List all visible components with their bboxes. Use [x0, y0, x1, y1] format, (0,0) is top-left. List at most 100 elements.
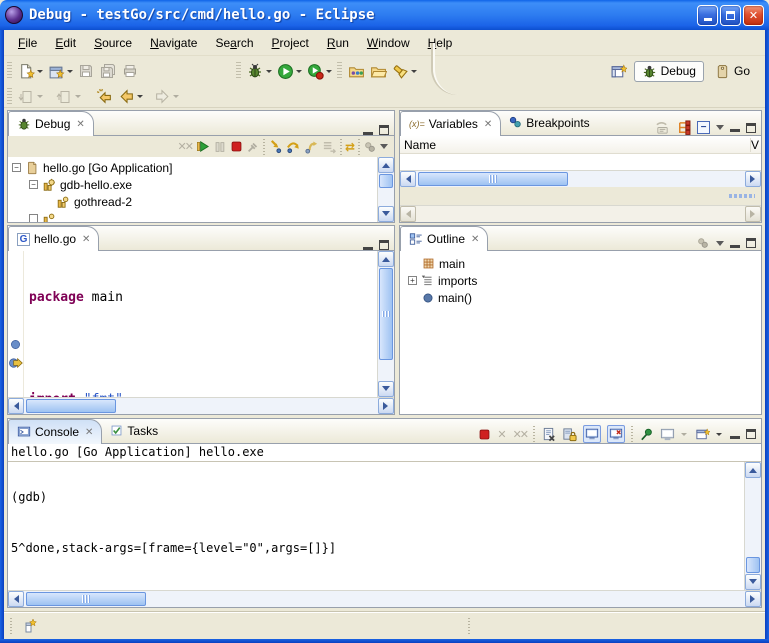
- debug-launch-dropdown[interactable]: [266, 70, 272, 76]
- maximize-view-icon[interactable]: [379, 240, 389, 250]
- debug-launch-button[interactable]: [244, 60, 266, 82]
- remove-terminated-icon[interactable]: ✕✕: [178, 140, 192, 153]
- scroll-up-button[interactable]: [745, 462, 761, 478]
- fast-view-icon[interactable]: [22, 618, 38, 634]
- previous-annotation-button[interactable]: [53, 86, 75, 108]
- terminate-icon[interactable]: [230, 140, 243, 153]
- clear-console-icon[interactable]: [541, 427, 556, 442]
- variables-table-header[interactable]: Name V: [400, 136, 761, 154]
- scroll-right-button[interactable]: [745, 591, 761, 607]
- perspective-go-button[interactable]: Go: [708, 62, 757, 81]
- close-button[interactable]: ✕: [743, 5, 764, 26]
- scroll-thumb[interactable]: [379, 268, 393, 360]
- scroll-left-button[interactable]: [400, 171, 416, 187]
- maximize-button[interactable]: [720, 5, 741, 26]
- step-into-icon[interactable]: [268, 139, 283, 154]
- search-dropdown[interactable]: [411, 70, 417, 76]
- previous-annotation-dropdown[interactable]: [75, 95, 81, 101]
- drop-to-frame-icon[interactable]: ⇄: [345, 140, 355, 154]
- tab-close-icon[interactable]: ✕: [471, 234, 479, 245]
- menu-file[interactable]: File: [10, 34, 45, 52]
- minimize-view-icon[interactable]: [730, 239, 740, 248]
- menu-source[interactable]: Source: [86, 34, 140, 52]
- next-annotation-dropdown[interactable]: [37, 95, 43, 101]
- collapse-toggle[interactable]: −: [29, 180, 38, 189]
- maximize-view-icon[interactable]: [379, 125, 389, 135]
- next-annotation-button[interactable]: [15, 86, 37, 108]
- maximize-view-icon[interactable]: [746, 429, 756, 439]
- toolbar-grip[interactable]: [7, 88, 12, 106]
- show-stderr-toggle[interactable]: [607, 425, 625, 443]
- scroll-left-button[interactable]: [8, 591, 24, 607]
- run-launch-button[interactable]: [274, 60, 296, 82]
- column-value-header[interactable]: V: [750, 138, 761, 152]
- tab-outline[interactable]: Outline ✕: [400, 226, 488, 251]
- open-folder-button[interactable]: [367, 60, 389, 82]
- remove-all-launches-icon[interactable]: ✕✕: [513, 428, 527, 441]
- tab-console[interactable]: Console ✕: [8, 419, 102, 444]
- title-bar[interactable]: Debug - testGo/src/cmd/hello.go - Eclips…: [0, 0, 769, 30]
- print-button[interactable]: [119, 60, 141, 82]
- tab-variables[interactable]: (x)= Variables ✕: [400, 111, 501, 136]
- step-return-icon[interactable]: [304, 139, 319, 154]
- tree-row-launch[interactable]: − hello.go [Go Application]: [12, 159, 394, 176]
- variables-table-body[interactable]: [400, 154, 761, 170]
- scroll-right-button[interactable]: [745, 171, 761, 187]
- minimize-view-icon[interactable]: [730, 123, 740, 132]
- sash-grip[interactable]: [729, 194, 755, 198]
- search-button[interactable]: [389, 60, 411, 82]
- scroll-down-button[interactable]: [378, 206, 394, 222]
- terminate-icon[interactable]: [478, 428, 491, 441]
- step-filters-icon[interactable]: [322, 139, 337, 154]
- tree-row-thread[interactable]: gothread-2: [12, 193, 394, 210]
- show-logical-structure-icon[interactable]: [676, 120, 691, 135]
- detail-horizontal-scrollbar[interactable]: [400, 205, 761, 222]
- minimize-view-icon[interactable]: [363, 126, 373, 135]
- suspend-icon[interactable]: [213, 140, 227, 154]
- scroll-up-button[interactable]: [378, 251, 394, 267]
- scroll-thumb[interactable]: [379, 174, 393, 188]
- display-console-icon[interactable]: [660, 427, 675, 442]
- menu-project[interactable]: Project: [264, 34, 317, 52]
- editor-vertical-scrollbar[interactable]: [377, 251, 394, 397]
- menu-window[interactable]: Window: [359, 34, 418, 52]
- tab-hello-go[interactable]: G hello.go ✕: [8, 226, 99, 251]
- scroll-thumb[interactable]: [418, 172, 568, 186]
- menu-run[interactable]: Run: [319, 34, 357, 52]
- last-edit-location-button[interactable]: [93, 86, 115, 108]
- outline-tree[interactable]: main + imports main(): [400, 251, 761, 414]
- pin-console-icon[interactable]: [639, 427, 654, 442]
- outline-item-imports[interactable]: + imports: [408, 272, 761, 289]
- open-console-icon[interactable]: [695, 427, 710, 442]
- debug-tree[interactable]: − hello.go [Go Application] − gdb-hello.…: [8, 157, 394, 222]
- collapse-toggle[interactable]: [29, 214, 38, 222]
- scroll-up-button[interactable]: [378, 157, 394, 173]
- editor-ruler[interactable]: [8, 251, 24, 397]
- disconnect-icon[interactable]: [246, 140, 260, 154]
- scroll-down-button[interactable]: [378, 381, 394, 397]
- back-dropdown[interactable]: [137, 95, 143, 101]
- save-button[interactable]: [75, 60, 97, 82]
- scroll-thumb[interactable]: [26, 592, 146, 606]
- view-menu-icon[interactable]: [716, 125, 724, 134]
- scroll-thumb[interactable]: [26, 399, 116, 413]
- toolbar-grip[interactable]: [7, 62, 12, 80]
- scroll-right-button[interactable]: [745, 206, 761, 222]
- open-perspective-button[interactable]: [608, 60, 630, 82]
- resume-icon[interactable]: [195, 139, 210, 154]
- tab-debug[interactable]: Debug ✕: [8, 111, 94, 136]
- new-wizard-dropdown[interactable]: [37, 70, 43, 76]
- view-menu-icon[interactable]: [716, 241, 724, 250]
- scroll-down-button[interactable]: [745, 574, 761, 590]
- debug-vertical-scrollbar[interactable]: [377, 157, 394, 222]
- maximize-view-icon[interactable]: [746, 238, 756, 248]
- maximize-view-icon[interactable]: [746, 123, 756, 133]
- outline-misc-icon[interactable]: [696, 236, 710, 250]
- collapse-toggle[interactable]: −: [12, 163, 21, 172]
- new-wizard-button[interactable]: [15, 60, 37, 82]
- tab-close-icon[interactable]: ✕: [484, 119, 492, 130]
- console-output[interactable]: (gdb) 5^done,stack-args=[frame={level="0…: [11, 462, 744, 590]
- tab-close-icon[interactable]: ✕: [82, 234, 90, 245]
- debug-misc-icon[interactable]: [363, 140, 377, 154]
- column-name-header[interactable]: Name: [400, 138, 436, 152]
